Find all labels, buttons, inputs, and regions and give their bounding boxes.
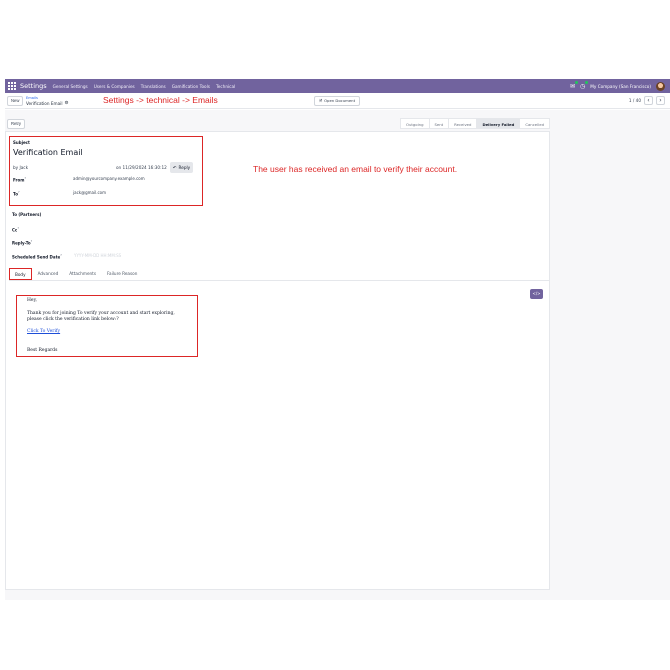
tab-advanced[interactable]: Advanced	[33, 268, 64, 280]
annotation-email-received: The user has received an email to verify…	[253, 164, 458, 174]
user-avatar[interactable]	[656, 81, 665, 91]
control-panel: New Emails Verification Email ⚙ Settings…	[5, 93, 670, 109]
top-navbar: Settings General Settings Users & Compan…	[5, 79, 670, 93]
retry-button[interactable]: Retry	[7, 119, 26, 129]
gear-icon[interactable]: ⚙	[64, 101, 68, 106]
open-document-button[interactable]: 🗎 Open Document	[314, 96, 361, 106]
breadcrumb-current-label: Verification Email	[26, 101, 63, 106]
chevron-right-icon[interactable]: ›	[656, 96, 665, 105]
open-document-label: Open Document	[324, 98, 356, 103]
scheduled-send-date-label: Scheduled Send Date?	[12, 253, 62, 260]
body-closing: Best Regards	[27, 348, 58, 353]
reply-arrow-icon: ↶	[173, 165, 177, 170]
pager: 1 / 40 ‹ ›	[629, 96, 665, 105]
from-label: From?	[13, 176, 26, 183]
body-greeting: Hey,	[27, 298, 37, 303]
reply-button[interactable]: ↶ Reply	[170, 162, 194, 173]
code-view-button[interactable]: </>	[530, 289, 543, 299]
verify-link[interactable]: Click To Verify	[27, 329, 60, 334]
breadcrumb-current: Verification Email ⚙	[26, 101, 69, 106]
reply-label: Reply	[178, 165, 191, 170]
mail-date: on 11/29/2024 16:30:12	[116, 165, 167, 170]
cc-label: Cc?	[12, 226, 19, 233]
document-icon: 🗎	[319, 98, 323, 103]
subject-label: Subject	[13, 140, 30, 145]
status-outgoing[interactable]: Outgoing	[400, 118, 429, 129]
tab-attachments[interactable]: Attachments	[64, 268, 101, 280]
tab-body[interactable]: Body	[9, 268, 32, 280]
menu-technical[interactable]: Technical	[216, 84, 235, 89]
from-value[interactable]: admin@yourcompany.example.com	[73, 176, 145, 181]
to-value[interactable]: jack@gmail.com	[73, 190, 106, 195]
body-line-1: Thank you for joining To verify your acc…	[27, 311, 175, 316]
chevron-left-icon[interactable]: ‹	[644, 96, 653, 105]
subject-value: Verification Email	[13, 148, 83, 157]
status-bar: Retry Outgoing Sent Received Delivery Fa…	[5, 117, 550, 131]
tab-failure-reason[interactable]: Failure Reason	[102, 268, 142, 280]
activity-clock-icon[interactable]: ◷	[580, 80, 589, 90]
chat-icon[interactable]: ✉	[570, 80, 579, 90]
apps-menu-icon[interactable]	[8, 82, 16, 90]
new-button[interactable]: New	[7, 96, 24, 106]
status-cancelled[interactable]: Cancelled	[519, 118, 550, 129]
annotation-navigation: Settings -> technical -> Emails	[103, 95, 218, 105]
company-switcher[interactable]: My Company (San Francisco)	[590, 84, 651, 89]
menu-gamification-tools[interactable]: Gamification Tools	[172, 84, 210, 89]
menu-translations[interactable]: Translations	[141, 84, 166, 89]
menu-general-settings[interactable]: General Settings	[53, 84, 88, 89]
body-line-2: please click the verification link below…	[27, 317, 119, 322]
status-delivery-failed[interactable]: Delivery Failed	[476, 118, 520, 129]
breadcrumb-parent[interactable]: Emails	[26, 96, 38, 100]
menu-users-companies[interactable]: Users & Companies	[94, 84, 135, 89]
to-label: To?	[13, 190, 20, 197]
app-brand[interactable]: Settings	[20, 82, 47, 90]
pager-value[interactable]: 1 / 40	[629, 98, 641, 103]
to-partners-label: To (Partners)	[12, 212, 42, 217]
status-received[interactable]: Received	[448, 118, 477, 129]
scheduled-send-date-input[interactable]: YYYY-MM-DD HH:MM:SS	[74, 253, 121, 258]
author-line: by Jack	[13, 165, 28, 170]
reply-to-label: Reply-To?	[12, 239, 33, 246]
notebook-tabs: Body Advanced Attachments Failure Reason	[9, 266, 549, 281]
status-sent[interactable]: Sent	[428, 118, 449, 129]
status-steps: Outgoing Sent Received Delivery Failed C…	[400, 118, 550, 129]
